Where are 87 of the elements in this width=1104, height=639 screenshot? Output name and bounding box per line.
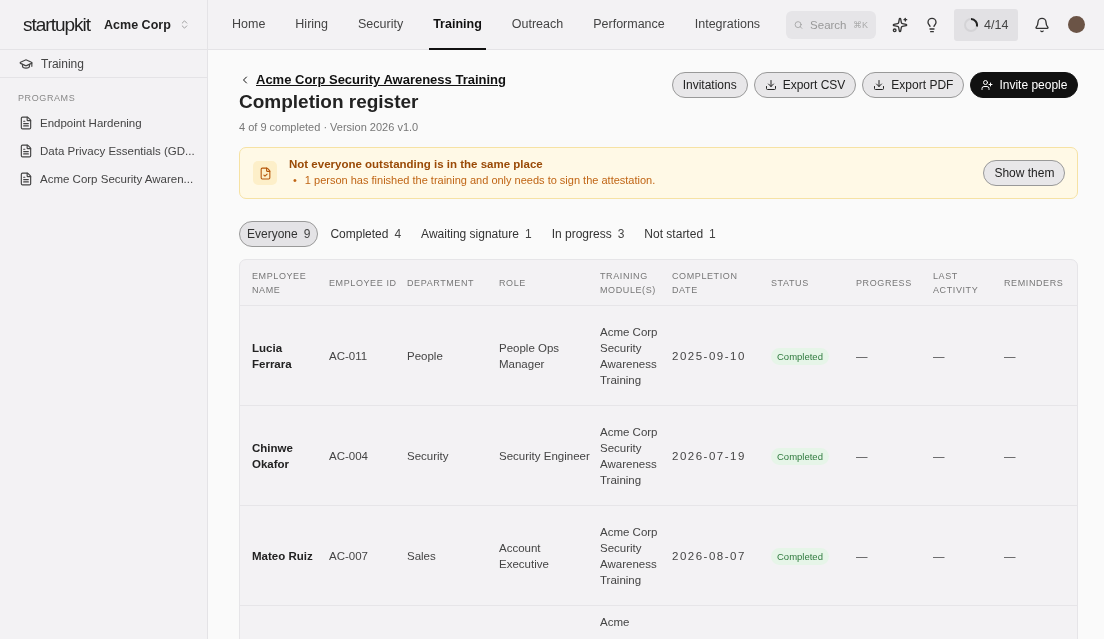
download-icon: [764, 79, 777, 91]
action-button[interactable]: Invite people: [970, 72, 1079, 98]
section-label: PROGRAMS: [17, 92, 77, 105]
action-button[interactable]: Invitations: [671, 72, 748, 98]
nav-tab[interactable]: Training: [429, 0, 486, 50]
table-cell-text: People: [407, 348, 444, 364]
back-link[interactable]: Acme Corp Security Awareness Training: [239, 72, 506, 87]
table-cell-text: People Ops Manager: [499, 340, 561, 372]
table-cell-text: Account Executive: [499, 540, 550, 572]
bullet-mark: •: [293, 173, 297, 188]
action-button[interactable]: Export PDF: [862, 72, 965, 98]
table-cell-text: Acme: [600, 615, 631, 630]
table-cell-text: 2026-08-07: [672, 548, 747, 564]
nav-tab[interactable]: Home: [228, 0, 270, 50]
filter-tab[interactable]: Awaiting signature 1: [413, 221, 540, 247]
table-cell-text: Chinwe Okafor: [252, 440, 294, 472]
nav-tab[interactable]: Security: [354, 0, 408, 50]
notice-title: Not everyone outstanding is in the same place: [289, 158, 544, 170]
search-field[interactable]: Search: [808, 17, 849, 32]
filter-tab[interactable]: Everyone 9: [239, 221, 319, 247]
table-cell-text: —: [1004, 348, 1017, 364]
column-header: PROGRESS: [856, 276, 913, 290]
column-header: STATUS: [771, 276, 810, 290]
document-icon: [19, 172, 33, 186]
table-cell-text: —: [1004, 448, 1017, 464]
graduation-cap-icon: [19, 56, 33, 71]
nav-tab[interactable]: Integrations: [690, 0, 765, 50]
table-cell-text: Sales: [407, 548, 437, 564]
column-header: EMPLOYEE NAME: [252, 269, 308, 297]
status-badge: Completed: [771, 348, 829, 365]
table-cell-text: —: [856, 448, 869, 464]
table-cell-text: Lucia Ferrara: [252, 340, 293, 372]
action-button[interactable]: Export CSV: [753, 72, 857, 98]
table-cell-text: Acme Corp Security Awareness Training: [600, 424, 659, 488]
bell-icon[interactable]: [1034, 16, 1051, 33]
page-title: Completion register: [239, 91, 420, 113]
column-header: DEPARTMENT: [407, 276, 476, 290]
table-cell-text: AC-007: [329, 548, 369, 564]
progress-count: 4/14: [984, 17, 1009, 32]
table-cell-text: Security: [407, 448, 450, 464]
column-header: TRAINING MODULE(S): [600, 269, 657, 297]
show-them-button[interactable]: Show them: [983, 160, 1066, 186]
status-badge: Completed: [771, 548, 829, 565]
sidebar-item[interactable]: Data Privacy Essentials (GD...: [0, 137, 207, 165]
table-cell-text: —: [933, 448, 946, 464]
filter-tab[interactable]: Completed 4: [322, 221, 410, 247]
logo: startupkit: [23, 13, 91, 36]
checklist-icon: [253, 161, 277, 185]
nav-tab[interactable]: Performance: [589, 0, 669, 50]
column-header: COMPLETION DATE: [672, 269, 739, 297]
table-cell-text: Acme Corp Security Awareness Training: [600, 324, 659, 388]
nav-tab[interactable]: Outreach: [507, 0, 568, 50]
sidebar-item[interactable]: Acme Corp Security Awaren...: [0, 165, 207, 193]
sparkle-icon[interactable]: [892, 16, 909, 33]
page-subtitle: 4 of 9 completed · Version 2026 v1.0: [239, 121, 420, 133]
status-badge: Completed: [771, 448, 829, 465]
sidebar-header[interactable]: Training: [0, 50, 207, 78]
org-switcher[interactable]: Acme Corp: [104, 17, 190, 32]
table-cell-text: AC-004: [329, 448, 369, 464]
filter-tab[interactable]: Not started 1: [636, 221, 724, 247]
table-cell-text: AC-011: [329, 348, 369, 364]
search-icon: [794, 18, 804, 31]
document-icon: [19, 144, 33, 158]
column-header: LAST ACTIVITY: [933, 269, 980, 297]
table-cell-text: Security Engineer: [499, 448, 591, 464]
shortcut-hint: ⌘K: [853, 19, 869, 30]
table-cell-text: 2025-09-10: [672, 348, 747, 364]
user-plus-icon: [981, 79, 994, 91]
filter-tab[interactable]: In progress 3: [543, 221, 633, 247]
table-cell-text: —: [933, 348, 946, 364]
column-header: REMINDERS: [1004, 276, 1065, 290]
avatar[interactable]: [1068, 16, 1086, 33]
notice-item: 1 person has finished the training and only needs to sign the attestation.: [304, 173, 656, 188]
table-cell-text: 2026-07-19: [672, 448, 747, 464]
table-cell-text: Mateo Ruiz: [252, 548, 314, 564]
column-header: ROLE: [499, 276, 527, 290]
nav-tab[interactable]: Hiring: [291, 0, 332, 50]
table-cell-text: Acme Corp Security Awareness Training: [600, 524, 659, 588]
table-cell-text: —: [856, 348, 869, 364]
progress-chip[interactable]: 4/14: [954, 8, 1019, 41]
table-cell-text: —: [933, 548, 946, 564]
document-icon: [19, 116, 33, 130]
download-icon: [873, 79, 886, 91]
table-cell-text: —: [1004, 548, 1017, 564]
column-header: EMPLOYEE ID: [329, 276, 398, 290]
table-cell-text: —: [856, 548, 869, 564]
sidebar-item[interactable]: Endpoint Hardening: [0, 109, 207, 137]
